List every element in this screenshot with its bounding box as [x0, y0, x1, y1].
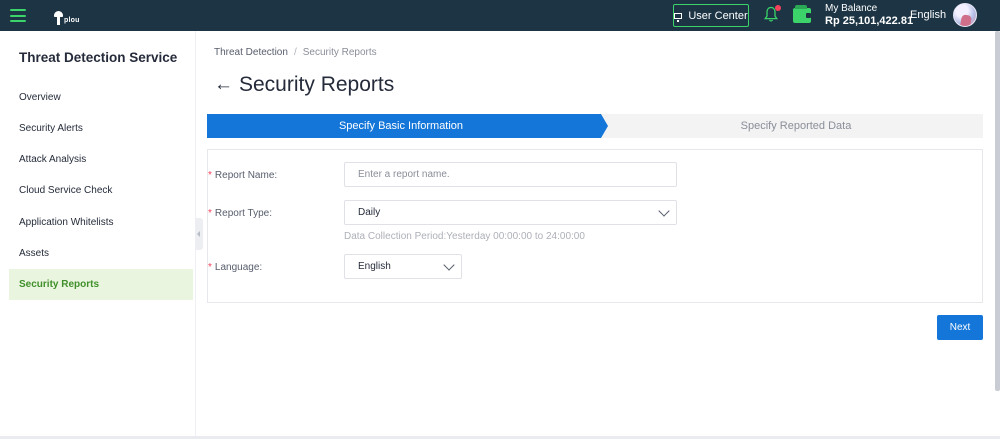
sidebar-item-overview[interactable]: Overview — [9, 82, 193, 113]
breadcrumb: Threat Detection / Security Reports — [214, 47, 377, 58]
menu-icon[interactable] — [10, 9, 26, 22]
monitor-icon — [674, 12, 683, 22]
required-mark: * — [208, 208, 212, 219]
notification-bell-icon[interactable] — [763, 5, 781, 24]
breadcrumb-separator: / — [293, 47, 297, 58]
sidebar-item-application-whitelists[interactable]: Application Whitelists — [9, 207, 193, 238]
sidebar-item-security-reports[interactable]: Security Reports — [9, 269, 193, 300]
language-label: * Language: — [208, 262, 262, 273]
breadcrumb-link-threat-detection[interactable]: Threat Detection — [214, 47, 288, 58]
sidebar: Threat Detection Service Overview Securi… — [0, 31, 196, 439]
report-name-label: * Report Name: — [208, 170, 277, 181]
logo-text: plou — [64, 17, 80, 24]
sidebar-item-security-alerts[interactable]: Security Alerts — [9, 113, 193, 144]
sidebar-title: Threat Detection Service — [19, 50, 178, 65]
step-specify-basic-information: Specify Basic Information — [207, 114, 601, 138]
notification-dot — [775, 5, 781, 11]
report-type-label-text: Report Type: — [214, 208, 272, 219]
next-button[interactable]: Next — [937, 315, 983, 340]
page-title: Security Reports — [239, 73, 395, 96]
avatar[interactable] — [953, 3, 977, 27]
data-collection-period-hint: Data Collection Period:Yesterday 00:00:0… — [344, 231, 585, 242]
balance-amount: Rp 25,101,422.81 — [825, 15, 914, 27]
chevron-down-icon — [658, 205, 670, 217]
top-navigation-bar: plou User Center My Balance Rp 25,101,42… — [0, 0, 1000, 31]
wallet-icon[interactable] — [793, 5, 811, 23]
report-type-select[interactable]: Daily — [344, 200, 677, 225]
report-type-label: * Report Type: — [208, 208, 272, 219]
logo[interactable]: plou — [54, 7, 80, 25]
chevron-down-icon — [443, 259, 455, 271]
step-indicator: Specify Basic Information Specify Report… — [207, 114, 983, 138]
arrow-left-icon[interactable]: ← — [214, 74, 233, 96]
logo-mark — [54, 11, 63, 25]
language-label-text: Language: — [214, 262, 263, 273]
balance-display[interactable]: My Balance Rp 25,101,422.81 — [825, 3, 913, 27]
user-center-button[interactable]: User Center — [673, 4, 749, 27]
required-mark: * — [208, 170, 212, 181]
scrollbar[interactable] — [995, 31, 1000, 391]
language-switcher[interactable]: English — [910, 9, 946, 21]
report-type-value: Daily — [358, 207, 381, 218]
step-specify-reported-data: Specify Reported Data — [740, 120, 852, 132]
balance-label: My Balance — [825, 3, 878, 14]
user-center-label: User Center — [688, 9, 748, 22]
breadcrumb-current: Security Reports — [302, 47, 377, 58]
required-mark: * — [208, 262, 212, 273]
language-value: English — [358, 261, 391, 272]
step-arrow — [601, 114, 608, 138]
sidebar-item-assets[interactable]: Assets — [9, 238, 193, 269]
sidebar-item-cloud-service-check[interactable]: Cloud Service Check — [9, 175, 193, 206]
report-name-input[interactable]: Enter a report name. — [344, 162, 677, 187]
page-header: ← Security Reports — [214, 73, 394, 97]
language-select[interactable]: English — [344, 254, 462, 279]
report-name-label-text: Report Name: — [214, 170, 278, 181]
sidebar-item-attack-analysis[interactable]: Attack Analysis — [9, 144, 193, 175]
sidebar-collapse-handle[interactable] — [195, 218, 203, 250]
